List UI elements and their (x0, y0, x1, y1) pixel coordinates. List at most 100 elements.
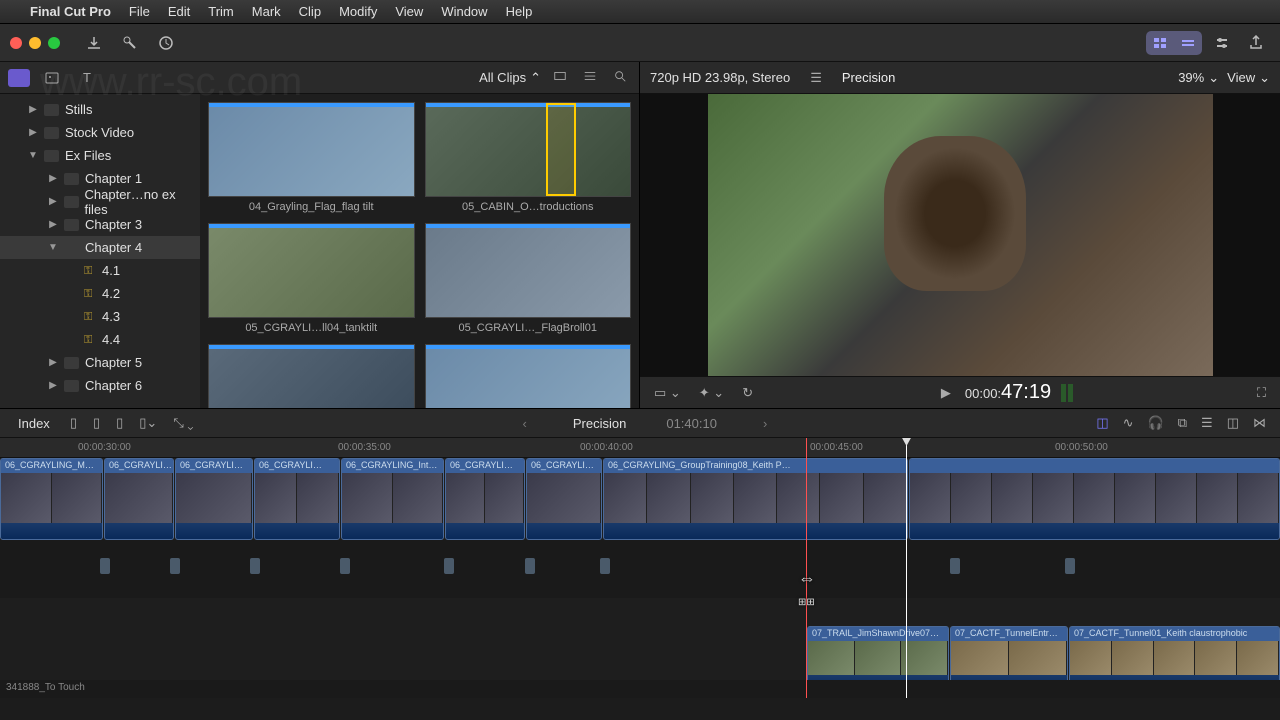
share-button[interactable] (1242, 31, 1270, 55)
marker[interactable] (250, 558, 260, 574)
primary-storyline[interactable]: 06_CGRAYLING_M…06_CGRAYLI…06_CGRAYLI…06_… (0, 458, 1280, 540)
playhead[interactable] (906, 438, 907, 698)
marker[interactable] (340, 558, 350, 574)
sidebar-item[interactable]: ▶Chapter…no ex files (0, 190, 200, 213)
clip-thumbnail[interactable] (425, 102, 632, 197)
play-button[interactable]: ▶ (937, 383, 955, 403)
sidebar-item[interactable]: ⚿4.1 (0, 259, 200, 282)
transitions-icon[interactable]: ⋈ (1249, 413, 1270, 433)
connect-tool-icon[interactable]: ▯ (66, 413, 81, 433)
sidebar-item[interactable]: ▼Chapter 4 (0, 236, 200, 259)
timecode-display[interactable]: 00:00:47:19 (965, 381, 1051, 404)
browser-clip[interactable] (208, 344, 415, 408)
view-dropdown[interactable]: View ⌄ (1227, 70, 1270, 86)
marker[interactable] (1065, 558, 1075, 574)
disclosure-icon[interactable]: ▼ (28, 150, 38, 161)
close-button[interactable] (10, 37, 22, 49)
viewer-canvas[interactable] (640, 94, 1280, 376)
timeline-clip[interactable]: 06_CGRAYLING_Int… (341, 458, 444, 540)
in-out-range[interactable] (546, 103, 576, 196)
disclosure-icon[interactable]: ▼ (48, 242, 58, 253)
disclosure-icon[interactable]: ▶ (48, 196, 58, 207)
menu-help[interactable]: Help (506, 4, 533, 19)
titles-icon[interactable]: T (74, 66, 102, 90)
enhance-dropdown[interactable]: ✦ ⌄ (695, 383, 728, 403)
zoom-button[interactable] (48, 37, 60, 49)
app-menu[interactable]: Final Cut Pro (30, 4, 111, 19)
library-icon[interactable] (8, 69, 30, 87)
clip-thumbnail[interactable] (208, 344, 415, 408)
browser-clip[interactable]: 05_CGRAYLI…ll04_tanktilt (208, 223, 415, 334)
solo-icon[interactable]: 🎧 (1144, 413, 1168, 433)
skimming-icon[interactable]: ◫ (1092, 413, 1112, 433)
menu-trim[interactable]: Trim (208, 4, 234, 19)
library-sidebar[interactable]: ▶Stills▶Stock Video▼Ex Files▶Chapter 1▶C… (0, 94, 200, 408)
clip-thumbnail[interactable] (208, 223, 415, 318)
retime-dropdown[interactable]: ↻ (738, 383, 757, 403)
browser-clip[interactable]: 05_CGRAYLI…_FlagBroll01 (425, 223, 632, 334)
clip-thumbnail[interactable] (425, 223, 632, 318)
timeline-clip[interactable]: 06_CGRAYLI… (104, 458, 174, 540)
disclosure-icon[interactable]: ▶ (28, 104, 38, 115)
zoom-dropdown[interactable]: 39% ⌄ (1178, 70, 1219, 86)
search-icon[interactable] (609, 67, 631, 88)
sidebar-item[interactable]: ⚿4.4 (0, 328, 200, 351)
browser-clip[interactable] (425, 344, 632, 408)
background-tasks-button[interactable] (152, 31, 180, 55)
insert-tool-icon[interactable]: ▯ (89, 413, 104, 433)
menu-edit[interactable]: Edit (168, 4, 190, 19)
snapping-icon[interactable]: ⧉ (1174, 413, 1191, 433)
menu-modify[interactable]: Modify (339, 4, 377, 19)
import-button[interactable] (80, 31, 108, 55)
timeline-clip[interactable]: 06_CGRAYLI… (526, 458, 602, 540)
menu-mark[interactable]: Mark (252, 4, 281, 19)
audio-skim-icon[interactable]: ∿ (1119, 413, 1138, 433)
disclosure-icon[interactable]: ▶ (48, 173, 58, 184)
filmstrip-icon[interactable] (549, 67, 571, 88)
fullscreen-icon[interactable]: ⛶ (1253, 383, 1270, 403)
disclosure-icon[interactable]: ▶ (48, 380, 58, 391)
timeline-ruler[interactable]: 00:00:30:0000:00:35:0000:00:40:0000:00:4… (0, 438, 1280, 458)
history-back[interactable]: ‹ (517, 416, 533, 431)
marker[interactable] (100, 558, 110, 574)
sidebar-item[interactable]: ⚿4.2 (0, 282, 200, 305)
menu-clip[interactable]: Clip (299, 4, 321, 19)
browser-clip[interactable]: 05_CABIN_O…troductions (425, 102, 632, 213)
marker[interactable] (600, 558, 610, 574)
minimize-button[interactable] (29, 37, 41, 49)
timeline-clip[interactable]: 06_CGRAYLI… (175, 458, 253, 540)
marker[interactable] (170, 558, 180, 574)
timeline-clip[interactable]: 06_CGRAYLING_GroupTraining08_Keith P… (603, 458, 908, 540)
effects-icon[interactable]: ◫ (1223, 413, 1243, 433)
menu-view[interactable]: View (395, 4, 423, 19)
menu-window[interactable]: Window (441, 4, 487, 19)
timeline-clip[interactable]: 06_CGRAYLI… (445, 458, 525, 540)
timeline[interactable]: 00:00:30:0000:00:35:0000:00:40:0000:00:4… (0, 438, 1280, 698)
clip-thumbnail[interactable] (208, 102, 415, 197)
sidebar-item[interactable]: ▶Stills (0, 98, 200, 121)
sidebar-item[interactable]: ⚿4.3 (0, 305, 200, 328)
disclosure-icon[interactable]: ▶ (48, 357, 58, 368)
marker[interactable] (950, 558, 960, 574)
timeline-clip[interactable]: 06_CGRAYLING_M… (0, 458, 103, 540)
scopes-icon[interactable]: ☰ (806, 68, 826, 88)
history-forward[interactable]: › (757, 416, 773, 431)
append-tool-icon[interactable]: ▯ (112, 413, 127, 433)
index-button[interactable]: Index (10, 414, 58, 433)
timeline-clip[interactable] (909, 458, 1280, 540)
sidebar-item[interactable]: ▶Chapter 6 (0, 374, 200, 397)
disclosure-icon[interactable]: ▶ (28, 127, 38, 138)
marker[interactable] (444, 558, 454, 574)
sidebar-item[interactable]: ▶Chapter 5 (0, 351, 200, 374)
photos-icon[interactable] (38, 66, 66, 90)
inspector-toggle[interactable] (1208, 31, 1236, 55)
marker[interactable] (525, 558, 535, 574)
keyword-button[interactable] (116, 31, 144, 55)
clip-thumbnail[interactable] (425, 344, 632, 408)
overwrite-tool-icon[interactable]: ▯⌄ (135, 413, 161, 433)
sidebar-item[interactable]: ▶Stock Video (0, 121, 200, 144)
menu-file[interactable]: File (129, 4, 150, 19)
disclosure-icon[interactable]: ▶ (48, 219, 58, 230)
browser-toggle[interactable] (1146, 31, 1174, 55)
clip-browser[interactable]: 04_Grayling_Flag_flag tilt05_CABIN_O…tro… (200, 94, 639, 408)
